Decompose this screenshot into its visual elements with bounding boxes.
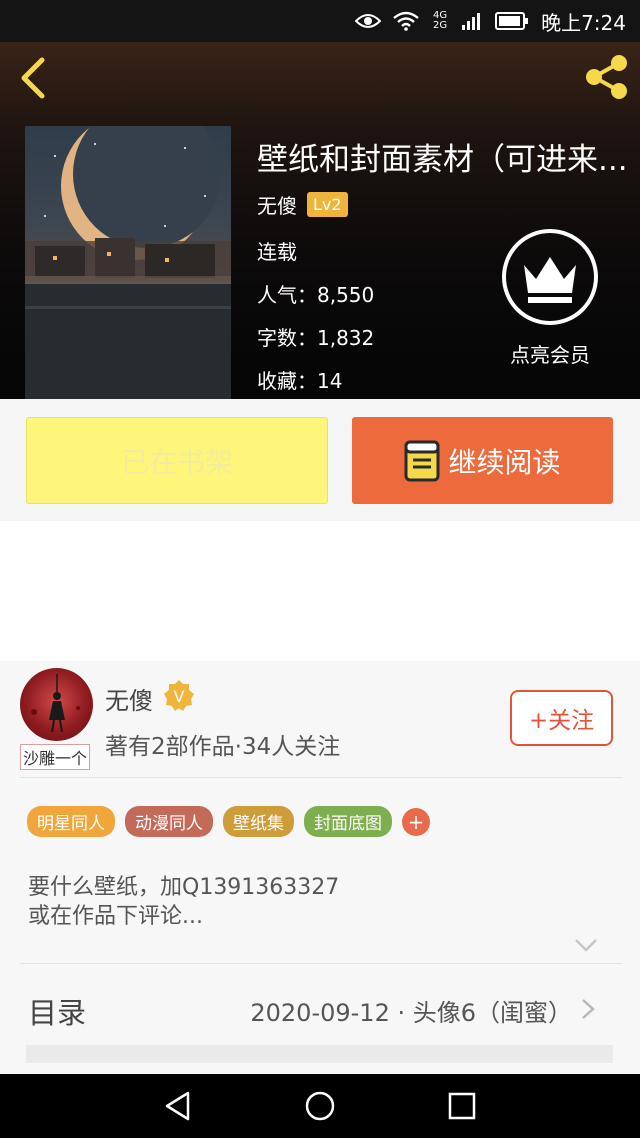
action-bar: 已在书架 继续阅读 bbox=[0, 399, 640, 521]
avatar-figure bbox=[31, 674, 80, 733]
bookshelf-button[interactable]: 已在书架 bbox=[26, 417, 328, 504]
cover-art bbox=[25, 126, 231, 399]
popularity: 人气：8,550 bbox=[257, 283, 375, 307]
follow-button[interactable]: +关注 bbox=[510, 690, 613, 746]
share-icon bbox=[586, 55, 627, 99]
bookshelf-label: 已在书架 bbox=[120, 445, 233, 479]
chevron-right-icon bbox=[582, 999, 595, 1019]
serial-status: 连载 bbox=[257, 240, 297, 264]
tag-chip[interactable]: 明星同人 bbox=[27, 806, 115, 837]
book-title: 壁纸和封面素材（可进来... bbox=[257, 142, 627, 178]
network-type: 4G 2G bbox=[433, 10, 448, 31]
continue-reading-label: 继续阅读 bbox=[448, 445, 561, 479]
tag-chip[interactable]: 壁纸集 bbox=[223, 806, 294, 837]
level-badge: Lv2 bbox=[307, 192, 348, 217]
vip-label: 点亮会员 bbox=[510, 343, 590, 367]
toc-label: 目录 bbox=[28, 996, 87, 1030]
status-bar: 4G 2G 晚上7:24 bbox=[0, 0, 640, 42]
recents-square-icon[interactable] bbox=[446, 1090, 478, 1122]
word-count: 字数：1,832 bbox=[257, 326, 375, 350]
book-description: 要什么壁纸，加Q1391363327 或在作品下评论... bbox=[28, 873, 339, 931]
tag-chip[interactable]: 封面底图 bbox=[304, 806, 392, 837]
eye-icon bbox=[355, 14, 382, 28]
author-name[interactable]: 无傻 bbox=[257, 190, 297, 219]
book-cover[interactable] bbox=[25, 126, 231, 399]
signal-icon bbox=[462, 13, 481, 30]
back-button[interactable] bbox=[14, 56, 54, 100]
chevron-down-icon[interactable] bbox=[574, 937, 598, 953]
divider bbox=[20, 777, 622, 778]
description-line: 要什么壁纸，加Q1391363327 bbox=[28, 875, 340, 900]
add-tag-button[interactable]: + bbox=[402, 807, 430, 836]
back-triangle-icon[interactable] bbox=[162, 1090, 194, 1122]
wifi-icon bbox=[393, 11, 419, 31]
book-header: 壁纸和封面素材（可进来... 无傻 Lv2 连载 人气：8,550 字数：1,8… bbox=[0, 42, 640, 399]
follow-label: +关注 bbox=[528, 708, 595, 734]
toc-latest-chapter: 2020-09-12 · 头像6（闺蜜） bbox=[250, 999, 572, 1027]
vip-button[interactable]: 点亮会员 bbox=[500, 227, 600, 368]
battery-icon bbox=[495, 12, 529, 30]
book-icon bbox=[404, 440, 440, 481]
tag-chip[interactable]: 动漫同人 bbox=[125, 806, 213, 837]
continue-reading-button[interactable]: 继续阅读 bbox=[352, 417, 613, 504]
crown-icon bbox=[502, 229, 598, 325]
tag-list: 明星同人 动漫同人 壁纸集 封面底图 + bbox=[27, 806, 430, 837]
status-time: 晚上7:24 bbox=[541, 10, 626, 35]
share-button[interactable] bbox=[580, 50, 634, 104]
author-stats: 著有2部作品·34人关注 bbox=[105, 734, 341, 760]
author-card: 沙雕一个 无傻 V 著有2部作品·34人关注 +关注 明星同人 动漫同人 壁纸集… bbox=[0, 661, 640, 1074]
verified-icon: V bbox=[164, 680, 194, 711]
description-line: 或在作品下评论... bbox=[28, 904, 203, 929]
chevron-left-icon bbox=[21, 57, 45, 99]
content-placeholder bbox=[26, 1045, 613, 1063]
author-card-name[interactable]: 无傻 bbox=[105, 681, 153, 716]
favorites-count: 收藏：14 bbox=[257, 369, 343, 393]
avatar[interactable] bbox=[20, 668, 93, 741]
toc-row[interactable]: 目录 2020-09-12 · 头像6（闺蜜） bbox=[0, 966, 640, 1046]
divider bbox=[20, 963, 622, 964]
system-nav-bar bbox=[0, 1074, 640, 1138]
avatar-tag: 沙雕一个 bbox=[20, 744, 91, 770]
author-row: 无傻 Lv2 bbox=[257, 190, 348, 219]
verified-badge-text: V bbox=[174, 687, 185, 706]
home-circle-icon[interactable] bbox=[304, 1090, 336, 1122]
